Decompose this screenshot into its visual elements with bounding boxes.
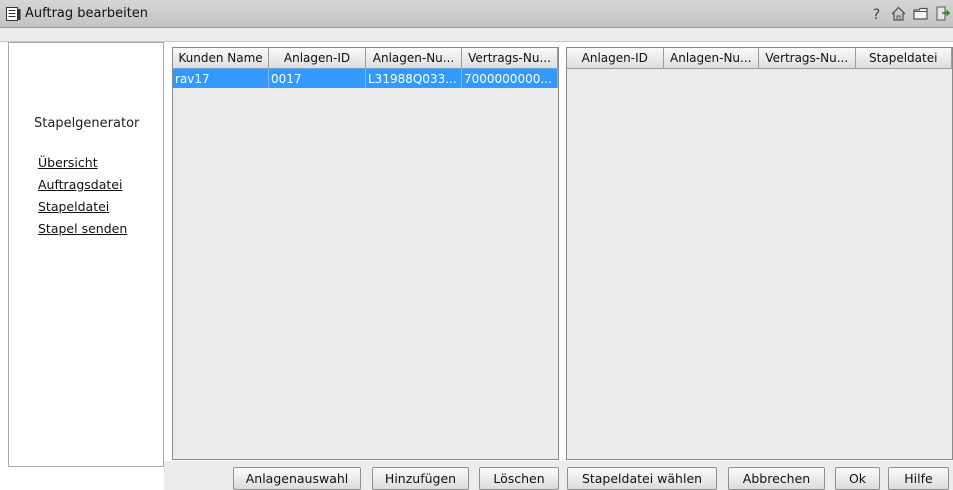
column-header-anlagen-id[interactable]: Anlagen-ID <box>567 48 664 69</box>
exit-icon[interactable] <box>934 5 951 22</box>
svg-text:?: ? <box>873 7 880 22</box>
abbrechen-button[interactable]: Abbrechen <box>728 467 825 490</box>
sidebar-link-stapel-senden[interactable]: Stapel senden <box>38 221 127 236</box>
hilfe-button[interactable]: Hilfe <box>888 467 949 490</box>
folder-icon[interactable] <box>912 5 929 22</box>
right-table-header: Anlagen-ID Anlagen-Nu... Vertrags-Nu... … <box>567 48 952 69</box>
column-header-anlagen-nummer[interactable]: Anlagen-Nu... <box>366 48 462 69</box>
document-icon <box>6 7 21 21</box>
left-table-header: Kunden Name Anlagen-ID Anlagen-Nu... Ver… <box>173 48 558 69</box>
stapeldatei-waehlen-button[interactable]: Stapeldatei wählen <box>567 467 717 490</box>
header-separator <box>0 28 953 42</box>
sidebar-link-auftragsdatei[interactable]: Auftragsdatei <box>38 177 122 192</box>
table-row-selected[interactable]: rav17 0017 L31988Q033... 7000000000... <box>173 69 558 88</box>
sidebar-title: Stapelgenerator <box>34 116 140 131</box>
left-table: Kunden Name Anlagen-ID Anlagen-Nu... Ver… <box>172 47 559 460</box>
column-header-vertrags-nummer[interactable]: Vertrags-Nu... <box>759 48 856 69</box>
column-header-anlagen-nummer[interactable]: Anlagen-Nu... <box>663 48 759 69</box>
help-icon[interactable]: ? <box>868 5 885 22</box>
column-header-anlagen-id[interactable]: Anlagen-ID <box>269 48 366 69</box>
toolbar-icons: ? <box>868 5 951 22</box>
sidebar: Stapelgenerator Übersicht Auftragsdatei … <box>8 42 164 467</box>
loeschen-button[interactable]: Löschen <box>479 467 559 490</box>
cell-kunden-name: rav17 <box>173 69 269 88</box>
home-icon[interactable] <box>890 5 907 22</box>
column-header-vertrags-nummer[interactable]: Vertrags-Nu... <box>462 48 558 69</box>
ok-button[interactable]: Ok <box>835 467 880 490</box>
sidebar-link-stapeldatei[interactable]: Stapeldatei <box>38 199 109 214</box>
anlagenauswahl-button[interactable]: Anlagenauswahl <box>233 467 361 490</box>
title-bar: Auftrag bearbeiten ? <box>0 0 953 28</box>
hinzufuegen-button[interactable]: Hinzufügen <box>372 467 469 490</box>
right-table: Anlagen-ID Anlagen-Nu... Vertrags-Nu... … <box>566 47 953 460</box>
column-header-stapeldatei[interactable]: Stapeldatei <box>855 48 952 69</box>
sidebar-link-uebersicht[interactable]: Übersicht <box>38 155 98 170</box>
cell-anlagen-id: 0017 <box>269 69 366 88</box>
cell-vertrags-nummer: 7000000000... <box>462 69 558 88</box>
cell-anlagen-nummer: L31988Q033... <box>366 69 462 88</box>
column-header-kunden-name[interactable]: Kunden Name <box>173 48 269 69</box>
window-title: Auftrag bearbeiten <box>25 6 149 21</box>
